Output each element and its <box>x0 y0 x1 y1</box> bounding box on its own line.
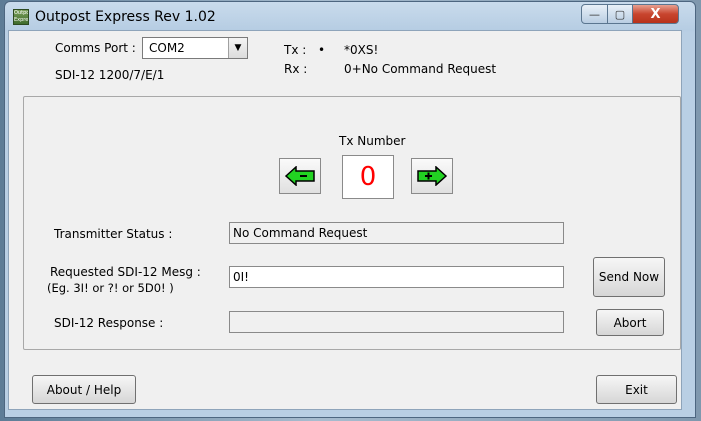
rx-label: Rx : <box>284 62 308 76</box>
requested-mesg-example: (Eg. 3I! or ?! or 5D0! ) <box>47 281 174 295</box>
comms-port-select[interactable]: COM2 ▼ <box>142 37 248 59</box>
transmitter-status-label: Transmitter Status : <box>54 227 173 241</box>
increment-button[interactable] <box>411 158 453 194</box>
left-arrow-icon <box>285 166 315 186</box>
rx-value: 0+No Command Request <box>344 62 497 76</box>
tx-value: *0XS! <box>344 43 379 57</box>
close-button[interactable]: X <box>632 4 679 24</box>
transmitter-status-value: No Command Request <box>233 226 368 240</box>
tx-indicator-dot: • <box>318 43 326 57</box>
tx-number-label: Tx Number <box>339 134 406 148</box>
exit-button[interactable]: Exit <box>596 375 677 404</box>
maximize-button[interactable]: ▢ <box>607 4 633 24</box>
requested-mesg-input[interactable]: 0I! <box>229 266 564 288</box>
comms-port-label: Comms Port : <box>55 41 136 55</box>
tx-number-display: 0 <box>342 155 394 199</box>
requested-mesg-value: 0I! <box>233 270 249 284</box>
transmitter-status-field: No Command Request <box>229 222 564 244</box>
tx-label: Tx : <box>284 43 307 57</box>
minimize-button[interactable]: — <box>581 4 608 24</box>
requested-mesg-label: Requested SDI-12 Mesg : <box>50 265 201 279</box>
window-title: Outpost Express Rev 1.02 <box>35 9 216 25</box>
right-arrow-icon <box>417 166 447 186</box>
comms-port-value: COM2 <box>149 41 185 55</box>
send-now-button[interactable]: Send Now <box>593 257 665 297</box>
decrement-button[interactable] <box>279 158 321 194</box>
title-bar[interactable]: Outpost Express Outpost Express Rev 1.02… <box>5 2 695 32</box>
app-icon: Outpost Express <box>13 9 29 25</box>
sdi12-response-field <box>229 311 564 333</box>
sdi12-settings: SDI-12 1200/7/E/1 <box>55 68 165 82</box>
about-help-button[interactable]: About / Help <box>32 375 136 404</box>
sdi12-response-label: SDI-12 Response : <box>54 316 164 330</box>
abort-button[interactable]: Abort <box>596 309 664 336</box>
chevron-down-icon[interactable]: ▼ <box>228 38 247 58</box>
